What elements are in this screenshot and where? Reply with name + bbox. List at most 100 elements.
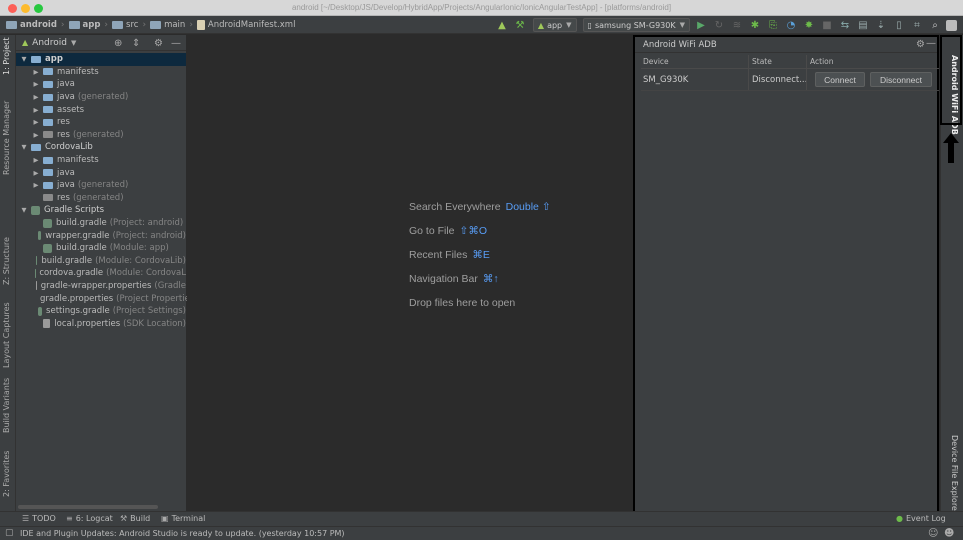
- gear-icon[interactable]: ⚙: [916, 39, 925, 50]
- project-view-select[interactable]: Android: [32, 38, 67, 48]
- tree-item[interactable]: gradle.properties (Project Propertie: [16, 292, 190, 305]
- tree-item[interactable]: ▶ java: [16, 166, 186, 179]
- apply-changes-icon[interactable]: ↻: [712, 18, 726, 32]
- run-config-select[interactable]: ▲ app ▼: [532, 18, 577, 32]
- tool-window-build-variants[interactable]: Build Variants: [2, 378, 11, 433]
- search-icon[interactable]: ⌕: [928, 18, 942, 32]
- collapse-all-icon[interactable]: ⇕: [132, 38, 140, 49]
- chevron-down-icon[interactable]: ▼: [20, 143, 28, 151]
- inspector-icon[interactable]: ☺: [928, 528, 938, 539]
- project-tree: ▼ app ▶ manifests ▶ java ▶ java (generated) ▶ asse…: [16, 53, 190, 330]
- chevron-right-icon[interactable]: ▶: [32, 131, 40, 139]
- tree-item[interactable]: ▶ manifests: [16, 66, 186, 79]
- device-select[interactable]: ▯ samsung SM-G930K ▼: [582, 18, 690, 32]
- locate-icon[interactable]: ⊕: [114, 38, 122, 49]
- tool-window-todo[interactable]: ☰ TODO: [22, 514, 56, 523]
- tree-item[interactable]: settings.gradle (Project Settings): [16, 305, 186, 318]
- tree-item[interactable]: wrapper.gradle (Project: android): [16, 229, 186, 242]
- column-header-device[interactable]: Device: [641, 55, 749, 68]
- chevron-right-icon[interactable]: ▶: [32, 80, 40, 88]
- breadcrumb-item-project[interactable]: android: [6, 20, 57, 30]
- stop-icon[interactable]: ■: [820, 18, 834, 32]
- tree-item[interactable]: ▶ java (generated): [16, 91, 186, 104]
- chevron-right-icon[interactable]: ▶: [32, 181, 40, 189]
- breadcrumb-item-main[interactable]: main: [150, 20, 185, 30]
- column-header-action[interactable]: Action: [807, 55, 939, 68]
- gradle-icon: [38, 306, 43, 316]
- status-message[interactable]: IDE and Plugin Updates: Android Studio i…: [20, 529, 345, 538]
- tree-item[interactable]: ▶ assets: [16, 103, 186, 116]
- tree-item-hint: (Module: CordovaLib): [95, 255, 186, 266]
- tree-item[interactable]: ▶ manifests: [16, 154, 186, 167]
- layout-inspector-icon[interactable]: ⌗: [910, 18, 924, 32]
- chevron-right-icon: ›: [104, 20, 109, 30]
- breadcrumb-item-module[interactable]: app: [68, 20, 100, 30]
- attach-debugger-icon[interactable]: ⎘: [766, 18, 780, 32]
- tool-window-device-file-explorer[interactable]: Device File Explorer: [950, 435, 959, 514]
- hide-icon[interactable]: —: [171, 38, 181, 49]
- tool-window-layout-captures[interactable]: Layout Captures: [2, 302, 11, 368]
- tree-item[interactable]: build.gradle (Module: CordovaLib): [16, 255, 186, 268]
- chevron-right-icon[interactable]: ▶: [32, 93, 40, 101]
- column-header-state[interactable]: State: [749, 55, 807, 68]
- highlight-frame: [940, 35, 962, 125]
- chevron-down-icon[interactable]: ▼: [20, 206, 28, 214]
- tool-window-favorites[interactable]: 2: Favorites: [2, 451, 11, 497]
- chevron-down-icon[interactable]: ▼: [71, 39, 76, 47]
- tree-item[interactable]: gradle-wrapper.properties (Gradle: [16, 280, 186, 293]
- avd-manager-icon[interactable]: ▯: [892, 18, 906, 32]
- sdk-manager-icon[interactable]: ⇣: [874, 18, 888, 32]
- debug-icon[interactable]: ✱: [748, 18, 762, 32]
- tool-window-structure[interactable]: Z: Structure: [2, 237, 11, 285]
- main-toolbar: ▲ ⚒ ▲ app ▼ ▯ samsung SM-G930K ▼ ▶ ↻ ≋ ✱ ⎘ ◔…: [491, 17, 957, 33]
- memory-indicator-icon[interactable]: ☻: [944, 528, 954, 539]
- chevron-right-icon[interactable]: ▶: [32, 169, 40, 177]
- tree-item[interactable]: ▶ java (generated): [16, 179, 186, 192]
- table-row[interactable]: SM_G930K Disconnect... Connect Disconnec…: [641, 69, 939, 91]
- tool-window-project[interactable]: 1: Project: [2, 37, 11, 75]
- chevron-right-icon[interactable]: ▶: [32, 118, 40, 126]
- tool-window-logcat[interactable]: ≡ 6: Logcat: [66, 514, 113, 523]
- tree-item[interactable]: ▶ res: [16, 116, 186, 129]
- tool-window-resource-manager[interactable]: Resource Manager: [2, 101, 11, 175]
- attach-process-icon[interactable]: ✸: [802, 18, 816, 32]
- tree-item[interactable]: ▼ app: [16, 53, 186, 66]
- breadcrumb-item-file[interactable]: AndroidManifest.xml: [196, 20, 295, 30]
- android-icon[interactable]: ▲: [495, 18, 509, 32]
- tree-item[interactable]: res (generated): [16, 192, 186, 205]
- chevron-down-icon: ▼: [679, 21, 685, 29]
- user-icon[interactable]: [946, 19, 957, 31]
- tree-item-hint: (Module: app): [109, 243, 169, 254]
- connect-button[interactable]: Connect: [815, 72, 865, 87]
- tool-window-event-log[interactable]: ● Event Log: [896, 514, 946, 523]
- tree-item[interactable]: local.properties (SDK Location): [16, 317, 186, 330]
- chevron-right-icon[interactable]: ▶: [32, 106, 40, 114]
- apply-code-changes-icon[interactable]: ≋: [730, 18, 744, 32]
- tree-item[interactable]: cordova.gradle (Module: CordovaL: [16, 267, 186, 280]
- profile-icon[interactable]: ◔: [784, 18, 798, 32]
- chevron-right-icon[interactable]: ▶: [32, 156, 40, 164]
- chevron-right-icon[interactable]: ▶: [32, 68, 40, 76]
- tool-window-build[interactable]: ⚒ Build: [120, 514, 150, 523]
- panel-toggle-icon[interactable]: ▢: [5, 528, 14, 538]
- tree-item[interactable]: ▼ CordovaLib: [16, 141, 186, 154]
- tree-item[interactable]: build.gradle (Project: android): [16, 217, 186, 230]
- horizontal-scrollbar[interactable]: [18, 505, 158, 509]
- folder-icon: [43, 68, 53, 76]
- folder-icon: [43, 106, 53, 114]
- sync-project-icon[interactable]: ⇆: [838, 18, 852, 32]
- chevron-down-icon[interactable]: ▼: [20, 55, 28, 63]
- tree-item[interactable]: ▶ java: [16, 78, 186, 91]
- hide-icon[interactable]: —: [926, 38, 936, 49]
- project-structure-icon[interactable]: ▤: [856, 18, 870, 32]
- tool-window-terminal[interactable]: ▣ Terminal: [161, 514, 205, 523]
- tree-item[interactable]: build.gradle (Module: app): [16, 242, 186, 255]
- disconnect-button[interactable]: Disconnect: [870, 72, 932, 87]
- tree-item-label: wrapper.gradle: [45, 230, 110, 241]
- run-icon[interactable]: ▶: [694, 18, 708, 32]
- tree-item[interactable]: ▼ Gradle Scripts: [16, 204, 186, 217]
- breadcrumb-item-src[interactable]: src: [112, 20, 138, 30]
- tree-item[interactable]: ▶ res (generated): [16, 129, 186, 142]
- gear-icon[interactable]: ⚙: [154, 38, 163, 49]
- hammer-icon[interactable]: ⚒: [513, 18, 527, 32]
